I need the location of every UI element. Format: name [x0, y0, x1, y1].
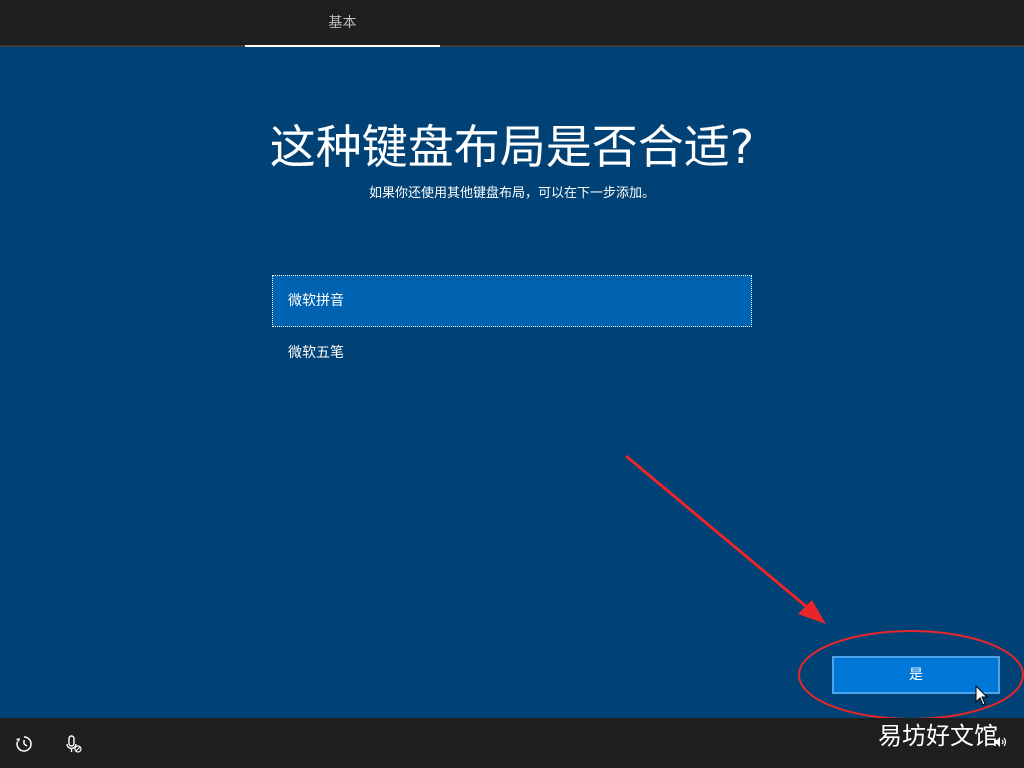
bottom-bar [0, 718, 1024, 768]
microphone-icon[interactable] [63, 734, 83, 754]
option-microsoft-pinyin[interactable]: 微软拼音 [272, 275, 752, 327]
volume-icon[interactable] [994, 735, 1008, 749]
accessibility-icon[interactable] [14, 734, 34, 754]
watermark-text: 易坊好文馆 [878, 722, 998, 750]
page-subtitle: 如果你还使用其他键盘布局，可以在下一步添加。 [368, 186, 655, 201]
main-panel: 这种键盘布局是否合适? 如果你还使用其他键盘布局，可以在下一步添加。 微软拼音 … [0, 47, 1024, 718]
option-microsoft-wubi[interactable]: 微软五笔 [272, 327, 752, 379]
keyboard-layout-list: 微软拼音 微软五笔 [272, 275, 752, 379]
page-title: 这种键盘布局是否合适? [269, 120, 755, 174]
tab-basics[interactable]: 基本 [245, 0, 440, 47]
top-bar: 基本 [0, 0, 1024, 47]
mouse-cursor-icon [975, 685, 989, 706]
